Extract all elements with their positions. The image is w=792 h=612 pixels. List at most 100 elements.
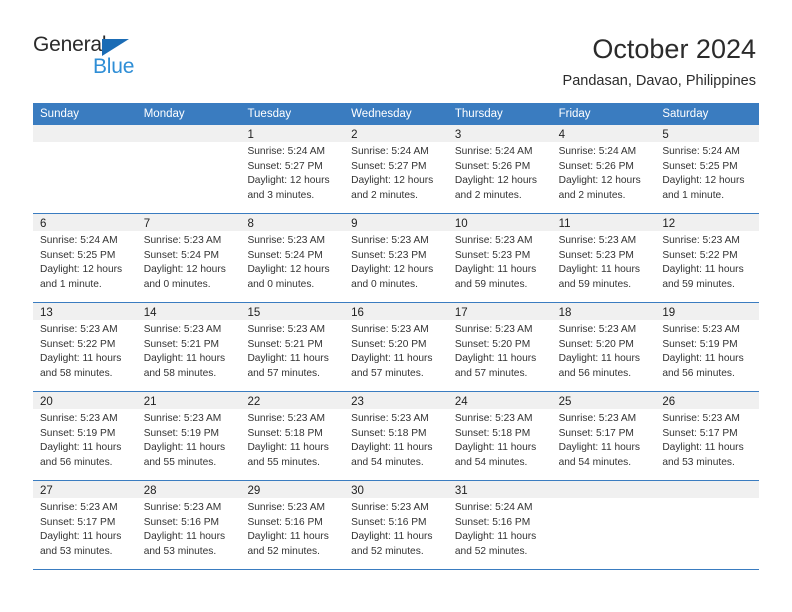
day-number-header: 16 [344,303,448,320]
day-details: Sunrise: 5:23 AM Sunset: 5:23 PM Daylight:… [552,231,656,292]
calendar-day-cell[interactable]: 1 Sunrise: 5:24 AM Sunset: 5:27 PM Daylight… [240,125,345,213]
calendar-day-cell[interactable]: 13 Sunrise: 5:23 AM Sunset: 5:22 PM Dayligh… [33,303,137,391]
weekday-header-friday: Friday [558,108,591,120]
calendar-day-cell[interactable]: 27 Sunrise: 5:23 AM Sunset: 5:17 PM Dayligh… [33,481,137,569]
day-number: 4 [558,129,565,141]
calendar-day-cell[interactable]: 3 Sunrise: 5:24 AM Sunset: 5:26 PM Daylight… [447,125,552,213]
day-number-header: 29 [240,481,345,498]
sunrise-text: Sunrise: 5:23 AM [143,413,222,424]
daylight-text-line2: and 56 minutes. [40,456,113,468]
calendar-week-row: 6 Sunrise: 5:24 AM Sunset: 5:25 PM Daylight… [33,214,760,303]
calendar-day-cell[interactable]: 16 Sunrise: 5:23 AM Sunset: 5:20 PM Dayligh… [344,303,448,391]
calendar-day-cell[interactable]: 10 Sunrise: 5:23 AM Sunset: 5:23 PM Dayligh… [447,214,552,302]
daylight-text-line2: and 3 minutes. [247,189,315,201]
calendar-day-cell[interactable]: 8 Sunrise: 5:23 AM Sunset: 5:24 PM Daylight… [240,214,345,302]
calendar-day-cell[interactable]: 2 Sunrise: 5:24 AM Sunset: 5:27 PM Daylight… [344,125,448,213]
day-number: 12 [662,218,676,230]
calendar-day-cell[interactable]: 20 Sunrise: 5:23 AM Sunset: 5:19 PM Dayligh… [33,392,137,480]
calendar-day-cell[interactable]: 23 Sunrise: 5:23 AM Sunset: 5:18 PM Dayligh… [344,392,448,480]
calendar-cell-empty [136,125,241,213]
sunset-text: Sunset: 5:22 PM [40,338,116,350]
sunrise-text: Sunrise: 5:23 AM [454,324,533,335]
sunrise-text: Sunrise: 5:23 AM [662,413,740,424]
daylight-text-line1: Daylight: 11 hours [247,442,329,454]
sunrise-text: Sunrise: 5:24 AM [351,146,429,157]
calendar-day-cell[interactable]: 28 Sunrise: 5:23 AM Sunset: 5:16 PM Dayligh… [136,481,241,569]
day-number-header: 21 [136,392,241,409]
daylight-text-line1: Daylight: 11 hours [247,353,329,365]
day-details: Sunrise: 5:24 AM Sunset: 5:16 PM Daylight:… [448,498,552,559]
sunrise-text: Sunrise: 5:24 AM [247,146,326,157]
calendar-day-cell[interactable]: 18 Sunrise: 5:23 AM Sunset: 5:20 PM Dayligh… [551,303,656,391]
sunset-text: Sunset: 5:18 PM [454,427,531,439]
calendar-day-cell[interactable]: 14 Sunrise: 5:23 AM Sunset: 5:21 PM Dayligh… [136,303,241,391]
calendar-day-cell[interactable]: 19 Sunrise: 5:23 AM Sunset: 5:19 PM Dayligh… [655,303,760,391]
daylight-text-line1: Daylight: 12 hours [40,264,123,276]
day-number: 23 [351,396,364,408]
sunrise-text: Sunrise: 5:23 AM [558,324,637,335]
logo-text-blue: Blue [93,55,135,78]
sunset-text: Sunset: 5:16 PM [454,516,531,528]
calendar-day-cell[interactable]: 21 Sunrise: 5:23 AM Sunset: 5:19 PM Dayligh… [136,392,241,480]
calendar-day-cell[interactable]: 7 Sunrise: 5:23 AM Sunset: 5:24 PM Daylight… [136,214,241,302]
sunrise-text: Sunrise: 5:23 AM [247,413,326,424]
day-number: 5 [662,129,669,141]
calendar-day-cell[interactable]: 5 Sunrise: 5:24 AM Sunset: 5:25 PM Daylight… [655,125,760,213]
calendar-day-cell[interactable]: 9 Sunrise: 5:23 AM Sunset: 5:23 PM Daylight… [344,214,448,302]
day-details: Sunrise: 5:24 AM Sunset: 5:25 PM Daylight:… [655,142,759,203]
calendar-day-cell[interactable]: 25 Sunrise: 5:23 AM Sunset: 5:17 PM Dayligh… [551,392,656,480]
daylight-text-line1: Daylight: 11 hours [40,531,122,543]
sunrise-text: Sunrise: 5:23 AM [143,235,222,246]
sunset-text: Sunset: 5:24 PM [247,249,323,261]
calendar-cell-empty [655,481,760,569]
calendar-day-cell[interactable]: 30 Sunrise: 5:23 AM Sunset: 5:16 PM Dayligh… [344,481,448,569]
day-number-header: 30 [344,481,448,498]
daylight-text-line1: Daylight: 11 hours [558,264,640,276]
daylight-text-line1: Daylight: 11 hours [247,531,329,543]
calendar-day-cell[interactable]: 31 Sunrise: 5:24 AM Sunset: 5:16 PM Dayligh… [447,481,552,569]
general-blue-logo[interactable]: General Blue [33,33,163,81]
day-number: 30 [351,485,364,497]
sunset-text: Sunset: 5:21 PM [247,338,323,350]
calendar-day-cell[interactable]: 6 Sunrise: 5:24 AM Sunset: 5:25 PM Daylight… [33,214,137,302]
title-block: October 2024 Pandasan, Davao, Philippine… [563,32,756,90]
daylight-text-line1: Daylight: 12 hours [662,175,745,187]
daylight-text-line1: Daylight: 11 hours [351,531,433,543]
weekday-header-monday: Monday [143,108,185,120]
calendar-day-cell[interactable]: 24 Sunrise: 5:23 AM Sunset: 5:18 PM Dayligh… [447,392,552,480]
day-number: 31 [454,485,468,497]
day-details: Sunrise: 5:23 AM Sunset: 5:16 PM Daylight:… [137,498,241,559]
calendar-day-cell[interactable]: 29 Sunrise: 5:23 AM Sunset: 5:16 PM Dayligh… [240,481,345,569]
day-details: Sunrise: 5:23 AM Sunset: 5:17 PM Daylight:… [33,498,137,559]
sunrise-text: Sunrise: 5:24 AM [40,235,118,246]
sunset-text: Sunset: 5:20 PM [454,338,531,350]
sunrise-text: Sunrise: 5:23 AM [662,324,740,335]
sunset-text: Sunset: 5:20 PM [351,338,427,350]
daylight-text-line1: Daylight: 12 hours [143,264,226,276]
daylight-text-line2: and 58 minutes. [40,367,113,379]
calendar-day-cell[interactable]: 4 Sunrise: 5:24 AM Sunset: 5:26 PM Daylight… [551,125,656,213]
day-number: 24 [454,396,468,408]
sunrise-text: Sunrise: 5:23 AM [143,502,222,513]
calendar-day-cell[interactable]: 11 Sunrise: 5:23 AM Sunset: 5:23 PM Dayligh… [551,214,656,302]
sunset-text: Sunset: 5:26 PM [454,160,531,172]
calendar-day-cell[interactable]: 22 Sunrise: 5:23 AM Sunset: 5:18 PM Dayligh… [240,392,345,480]
day-number-header: 31 [447,481,552,498]
sunset-text: Sunset: 5:18 PM [351,427,427,439]
day-number-header: 1 [240,125,345,142]
calendar-day-cell[interactable]: 12 Sunrise: 5:23 AM Sunset: 5:22 PM Dayligh… [655,214,760,302]
logo-text-general: General [33,33,107,56]
calendar-cell-empty [33,125,137,213]
weekday-header-sunday: Sunday [40,108,80,120]
day-number-header: 15 [240,303,345,320]
calendar-day-cell[interactable]: 26 Sunrise: 5:23 AM Sunset: 5:17 PM Dayligh… [655,392,760,480]
calendar-day-cell[interactable]: 17 Sunrise: 5:23 AM Sunset: 5:20 PM Dayligh… [447,303,552,391]
day-number-header: 14 [136,303,241,320]
daylight-text-line1: Daylight: 11 hours [351,442,433,454]
day-number-header: 9 [344,214,448,231]
calendar-day-cell[interactable]: 15 Sunrise: 5:23 AM Sunset: 5:21 PM Dayligh… [240,303,345,391]
day-details: Sunrise: 5:23 AM Sunset: 5:16 PM Daylight:… [344,498,448,559]
day-number: 21 [143,396,157,408]
sunrise-text: Sunrise: 5:23 AM [351,413,429,424]
daylight-text-line1: Daylight: 12 hours [247,264,330,276]
